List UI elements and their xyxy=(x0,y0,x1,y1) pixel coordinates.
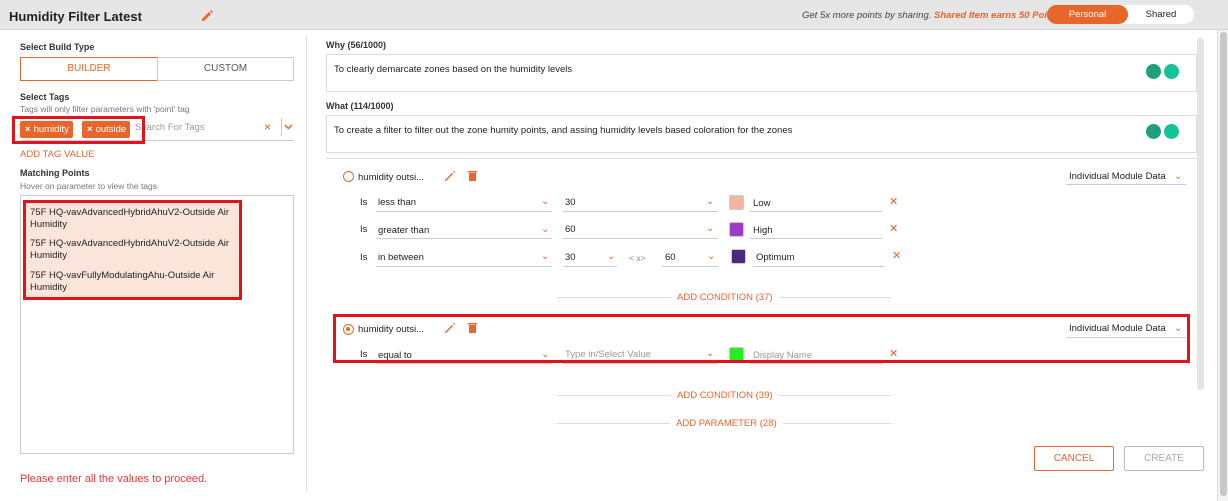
value-underline xyxy=(563,238,718,239)
writing-assistant-icons xyxy=(1146,62,1184,82)
tag-dropdown-toggle[interactable] xyxy=(281,118,294,136)
highlight-box-tags xyxy=(12,116,145,144)
tags-hint: Tags will only filter parameters with 'p… xyxy=(20,104,190,114)
add-condition-link[interactable]: ADD CONDITION (39) xyxy=(671,390,779,401)
operator-underline xyxy=(376,266,552,267)
why-text: To clearly demarcate zones based on the … xyxy=(334,64,573,75)
chevron-down-icon xyxy=(284,124,293,130)
matching-points-hint: Hover on parameter to view the tags xyxy=(20,181,158,191)
why-label: Why (56/1000) xyxy=(326,40,387,50)
remove-condition-icon[interactable]: ✕ xyxy=(889,195,898,208)
chevron-down-icon[interactable]: ⌄ xyxy=(1174,171,1182,182)
condition-value-input[interactable]: 30 xyxy=(565,197,576,208)
promo-accent: Shared Item earns 50 Points. xyxy=(934,10,1064,21)
param1-module-select[interactable]: Individual Module Data xyxy=(1069,171,1166,182)
operator-underline xyxy=(376,238,552,239)
builder-button[interactable]: BUILDER xyxy=(20,57,158,81)
condition-value-input[interactable]: 60 xyxy=(565,224,576,235)
trash-icon[interactable] xyxy=(467,170,478,182)
add-parameter-link[interactable]: ADD PARAMETER (28) xyxy=(670,418,783,429)
highlight-box-param2 xyxy=(333,314,1190,363)
promo-text: Get 5x more points by sharing. xyxy=(802,10,932,21)
chevron-down-icon[interactable]: ⌄ xyxy=(707,251,715,262)
window-scrollbar[interactable] xyxy=(1217,30,1228,501)
condition-max-input[interactable]: 60 xyxy=(665,252,676,263)
shared-toggle[interactable]: Shared xyxy=(1128,5,1194,24)
chevron-down-icon[interactable]: ⌄ xyxy=(541,224,549,235)
edit-title-icon[interactable] xyxy=(200,8,214,22)
display-name-input[interactable]: Optimum xyxy=(756,252,795,263)
panel-divider xyxy=(306,36,307,491)
add-tag-value-link[interactable]: ADD TAG VALUE xyxy=(20,149,94,160)
display-name-underline xyxy=(750,363,882,364)
share-promo: Get 5x more points by sharing. Shared It… xyxy=(802,10,1064,21)
value-underline xyxy=(563,211,718,212)
param1-name: humidity outsi... xyxy=(358,172,424,183)
operator-underline xyxy=(376,211,552,212)
color-swatch[interactable] xyxy=(729,222,744,237)
add-condition-link[interactable]: ADD CONDITION (37) xyxy=(671,292,779,303)
add-suggestion-icon[interactable] xyxy=(1146,64,1161,79)
tag-search-input[interactable]: Search For Tags xyxy=(135,122,205,133)
grammarly-icon[interactable] xyxy=(1164,124,1179,139)
dialog-title: Humidity Filter Latest xyxy=(9,9,142,24)
module-underline xyxy=(1066,184,1186,185)
clear-tags-icon[interactable]: × xyxy=(264,120,271,134)
min-underline xyxy=(563,266,617,267)
between-separator: < x> xyxy=(629,253,646,263)
what-label: What (114/1000) xyxy=(326,101,394,111)
cancel-button[interactable]: CANCEL xyxy=(1034,446,1114,471)
add-suggestion-icon[interactable] xyxy=(1146,124,1161,139)
section-divider xyxy=(326,158,1197,159)
chevron-down-icon[interactable]: ⌄ xyxy=(706,196,714,207)
edit-param-icon[interactable] xyxy=(444,170,456,182)
display-name-input[interactable]: Low xyxy=(753,198,770,209)
condition-operator-select[interactable]: in between xyxy=(378,252,424,263)
condition-operator-select[interactable]: less than xyxy=(378,197,416,208)
value-underline xyxy=(563,363,718,364)
what-text: To create a filter to filter out the zon… xyxy=(334,125,793,136)
highlight-box-matching xyxy=(23,200,242,300)
color-swatch[interactable] xyxy=(731,249,746,264)
condition-is-label: Is xyxy=(360,224,368,235)
validation-error: Please enter all the values to proceed. xyxy=(20,473,208,485)
condition-min-input[interactable]: 30 xyxy=(565,252,576,263)
display-name-underline xyxy=(753,266,885,267)
chevron-down-icon[interactable]: ⌄ xyxy=(706,223,714,234)
window-scrollbar-thumb[interactable] xyxy=(1220,32,1227,496)
build-type-label: Select Build Type xyxy=(20,42,95,52)
color-swatch[interactable] xyxy=(729,195,744,210)
max-underline xyxy=(662,266,718,267)
display-name-input[interactable]: High xyxy=(753,225,773,236)
chevron-down-icon[interactable]: ⌄ xyxy=(541,196,549,207)
param1-radio[interactable] xyxy=(343,171,354,182)
content-scrollbar[interactable] xyxy=(1197,38,1204,390)
remove-condition-icon[interactable]: ✕ xyxy=(892,249,901,262)
condition-is-label: Is xyxy=(360,252,368,263)
operator-underline xyxy=(376,363,552,364)
visibility-toggle: Personal Shared xyxy=(1047,5,1194,24)
matching-points-label: Matching Points xyxy=(20,168,90,178)
chevron-down-icon[interactable]: ⌄ xyxy=(541,251,549,262)
tags-label: Select Tags xyxy=(20,92,70,102)
grammarly-icon[interactable] xyxy=(1164,64,1179,79)
custom-button[interactable]: CUSTOM xyxy=(157,57,294,81)
display-name-underline xyxy=(750,211,882,212)
display-name-underline xyxy=(750,238,882,239)
condition-operator-select[interactable]: greater than xyxy=(378,225,429,236)
writing-assistant-icons xyxy=(1146,122,1184,142)
create-button[interactable]: CREATE xyxy=(1124,446,1204,471)
condition-is-label: Is xyxy=(360,197,368,208)
remove-condition-icon[interactable]: ✕ xyxy=(889,222,898,235)
personal-toggle[interactable]: Personal xyxy=(1047,5,1128,24)
chevron-down-icon[interactable]: ⌄ xyxy=(607,251,615,262)
